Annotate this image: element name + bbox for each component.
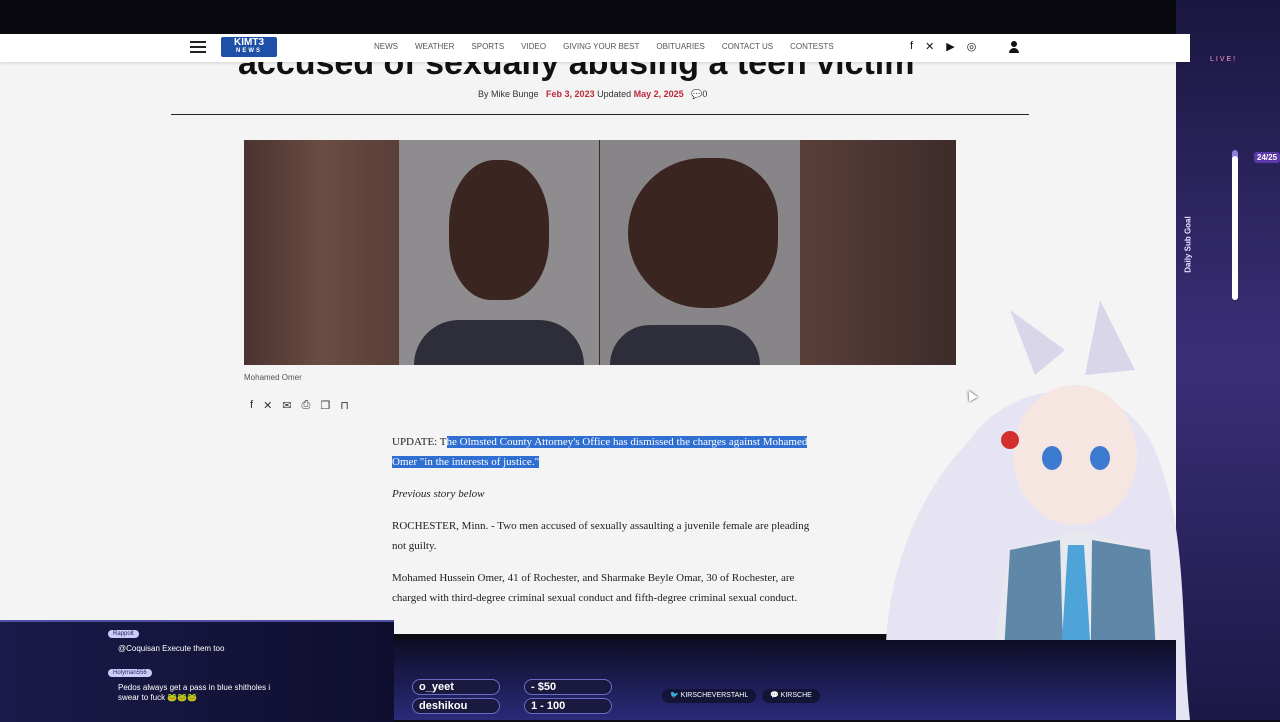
blurred-left-panel [244,140,399,365]
selected-text[interactable]: he Olmsted County Attorney's Office has … [392,436,808,468]
nav-link-weather[interactable]: WEATHER [415,42,454,51]
byline-author[interactable]: By Mike Bunge [478,89,539,99]
instagram-icon[interactable]: ◎ [967,40,977,53]
overlay-sidebar [1176,0,1280,720]
subgoal-bar [1232,150,1238,300]
shirt-profile [610,325,760,365]
chat-user-1: Rappolt [108,630,139,638]
face-front [449,160,549,300]
email-share-icon[interactable]: ✉ [282,399,291,412]
chat-message-2b: swear to fuck 🐸🐸🐸 [118,693,198,702]
stream-chat [0,620,394,722]
article-body: UPDATE: The Olmsted County Attorney's Of… [392,432,812,620]
updated-label: Updated [597,89,632,99]
logo-main: KIMT3 [234,37,264,48]
print-icon[interactable]: ⎙ [302,399,311,412]
chat-message-2a: Pedos always get a pass in blue shithole… [118,683,271,692]
share-toolbar: f ✕ ✉ ⎙ ❐ ⊓ [250,399,349,412]
youtube-icon[interactable]: ▶ [946,40,954,53]
recent-donation: - $50 [524,679,612,695]
header-divider [171,114,1029,115]
mugshot-profile [600,140,800,365]
chat-message-1: @Coquisan Execute them too [118,644,225,653]
nav-link-contact[interactable]: CONTACT US [722,42,773,51]
social-links: f ✕ ▶ ◎ [910,40,976,53]
previous-story-label: Previous story below [392,488,485,500]
nav-links: NEWS WEATHER SPORTS VIDEO GIVING YOUR BE… [374,42,851,51]
image-caption: Mohamed Omer [244,373,302,382]
published-date: Feb 3, 2023 [546,89,595,99]
site-nav: KIMT3 NEWS NEWS WEATHER SPORTS VIDEO GIV… [0,34,1190,62]
nav-link-news[interactable]: NEWS [374,42,398,51]
update-prefix: UPDATE: T [392,436,447,448]
nav-link-contests[interactable]: CONTESTS [790,42,834,51]
nav-link-giving[interactable]: GIVING YOUR BEST [563,42,639,51]
subgoal-fill [1232,156,1238,300]
twitter-icon: 🐦 [670,692,681,699]
discord-icon: 💬 [770,692,781,699]
update-paragraph: UPDATE: The Olmsted County Attorney's Of… [392,432,812,472]
article-byline: By Mike Bunge Feb 3, 2023 Updated May 2,… [478,89,707,100]
comment-count[interactable]: 0 [702,89,707,99]
avatar-ear-right [1085,300,1135,375]
avatar-eye-left [1042,446,1062,470]
x-icon[interactable]: ✕ [925,40,934,53]
bookmark-icon[interactable]: ⊓ [340,399,349,412]
discord-handle: 💬 KIRSCHE [762,689,820,703]
avatar-hair-ornament [1001,431,1019,449]
chat-user-2: Holyman556 [108,669,152,677]
nav-link-obituaries[interactable]: OBITUARIES [656,42,704,51]
x-share-icon[interactable]: ✕ [263,399,272,412]
discord-handle-text: KIRSCHE [780,692,812,699]
updated-date: May 2, 2025 [633,89,684,99]
nav-link-video[interactable]: VIDEO [521,42,546,51]
subgoal-label: Daily Sub Goal [1183,216,1193,273]
overlay-bottom-bar [394,640,1176,720]
hamburger-menu-icon[interactable] [190,41,206,53]
copy-link-icon[interactable]: ❐ [320,399,330,412]
user-account-icon[interactable] [1008,41,1020,53]
shirt-front [414,320,584,365]
recent-bits: 1 - 100 [524,698,612,714]
mugshot-image [244,140,956,365]
site-logo[interactable]: KIMT3 NEWS [221,37,277,57]
subgoal-label-wrap: Daily Sub Goal [1184,200,1230,300]
avatar-ear-left [1010,310,1065,375]
mugshot-front [399,140,599,365]
avatar-face [1013,385,1137,525]
live-badge: LIVE! [1210,56,1238,63]
twitter-handle-text: KIRSCHEVERSTAHL [680,692,749,699]
nav-link-sports[interactable]: SPORTS [471,42,504,51]
facebook-share-icon[interactable]: f [250,399,253,412]
recent-sub: deshikou [412,698,500,714]
stream-top-bar [0,0,1280,34]
article-paragraph-2: Mohamed Hussein Omer, 41 of Rochester, a… [392,572,798,604]
face-profile [628,158,778,308]
logo-sub: NEWS [236,48,262,54]
recent-follower: o_yeet [412,679,500,695]
subgoal-count: 24/25 [1254,152,1280,163]
avatar-eye-right [1090,446,1110,470]
comment-icon[interactable]: 💬 [691,89,702,99]
facebook-icon[interactable]: f [910,40,913,53]
article-paragraph-1: ROCHESTER, Minn. - Two men accused of se… [392,520,810,552]
twitter-handle: 🐦 KIRSCHEVERSTAHL [662,689,757,703]
